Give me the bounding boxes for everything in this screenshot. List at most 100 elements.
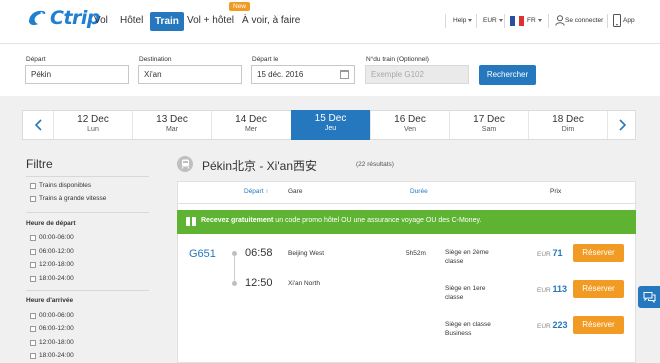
checkbox-label: 18:00-24:00 — [39, 275, 74, 282]
trip-duration: 5h52m — [406, 250, 426, 257]
divider — [445, 14, 446, 28]
checkbox[interactable] — [30, 352, 36, 359]
checkbox-label: 00:00-06:00 — [39, 312, 74, 319]
price-amount: 223 — [552, 320, 568, 330]
chat-support-button[interactable] — [638, 286, 660, 308]
nav-hotels[interactable]: Hôtel — [120, 15, 143, 26]
ctrip-logo[interactable]: Ctrip — [26, 7, 101, 29]
date-label: Départ le — [252, 56, 279, 63]
checkbox[interactable] — [30, 182, 36, 189]
currency-label: EUR — [483, 17, 497, 24]
search-button[interactable]: Rechercher — [479, 65, 536, 85]
previous-dates-button[interactable] — [23, 111, 53, 139]
date-option[interactable]: 17 Dec Sam — [449, 111, 528, 139]
departure-input[interactable]: Pékin — [25, 65, 129, 84]
filter-departure-slot[interactable]: 06:00-12:00 — [30, 248, 74, 255]
filter-arrival-slot[interactable]: 12:00-18:00 — [30, 339, 74, 346]
checkbox-label: Trains disponibles — [39, 182, 92, 189]
currency-selector[interactable]: EUR — [483, 17, 503, 24]
checkbox[interactable] — [30, 325, 36, 332]
checkbox[interactable] — [30, 339, 36, 346]
france-flag-icon — [510, 16, 525, 26]
price-amount: 113 — [552, 284, 568, 294]
arrival-time: 12:50 — [245, 277, 273, 289]
departure-label: Départ — [26, 56, 46, 63]
checkbox[interactable] — [30, 261, 36, 268]
checkbox[interactable] — [30, 195, 36, 202]
date-weekday: Mer — [244, 126, 258, 133]
checkbox-label: 12:00-18:00 — [39, 339, 74, 346]
filter-departure-slot[interactable]: 12:00-18:00 — [30, 261, 74, 268]
nav-train[interactable]: Train — [150, 12, 184, 31]
date-option[interactable]: 13 Dec Mar — [132, 111, 211, 139]
login-link[interactable]: Se connecter — [565, 17, 603, 24]
divider — [177, 203, 636, 204]
destination-label: Destination — [139, 56, 172, 63]
train-number-input[interactable]: Exemple G102 — [365, 65, 469, 84]
next-dates-button[interactable] — [607, 111, 637, 139]
filter-title: Filtre — [26, 157, 53, 171]
divider — [26, 176, 149, 177]
book-button[interactable]: Réserver — [573, 244, 624, 262]
fare-price: EUR 223 — [537, 320, 568, 330]
nav-flights[interactable]: Vol — [94, 15, 108, 26]
chevron-left-icon — [34, 119, 42, 131]
checkbox-label: 12:00-18:00 — [39, 261, 74, 268]
filter-arrival-slot[interactable]: 06:00-12:00 — [30, 325, 74, 332]
route-title: Pékin北京 - Xi'an西安 — [202, 159, 317, 173]
date-input[interactable]: 15 déc. 2016 — [251, 65, 355, 84]
date-option[interactable]: 12 Dec Lun — [53, 111, 132, 139]
date-option[interactable]: 16 Dec Ven — [370, 111, 449, 139]
filter-departure-slot[interactable]: 18:00-24:00 — [30, 275, 74, 282]
filter-high-speed-trains[interactable]: Trains à grande vitesse — [30, 195, 106, 202]
promo-text: un code promo hôtel OU une assurance voy… — [273, 217, 482, 224]
checkbox[interactable] — [30, 234, 36, 241]
date-day: 16 Dec — [394, 114, 426, 125]
divider — [26, 290, 149, 291]
date-weekday: Lun — [87, 126, 99, 133]
departure-time: 06:58 — [245, 247, 273, 259]
date-value: 15 déc. 2016 — [257, 70, 304, 79]
checkbox[interactable] — [30, 275, 36, 282]
checkbox[interactable] — [30, 248, 36, 255]
checkbox[interactable] — [30, 312, 36, 319]
date-weekday: Sam — [481, 126, 497, 133]
date-weekday: Jeu — [324, 125, 337, 132]
date-option-selected[interactable]: 15 Dec Jeu — [291, 110, 370, 140]
sort-by-duration[interactable]: Durée — [410, 188, 428, 195]
chevron-down-icon — [537, 18, 542, 22]
book-button[interactable]: Réserver — [573, 280, 624, 298]
checkbox-label: 00:00-06:00 — [39, 234, 74, 241]
date-day: 15 Dec — [314, 113, 347, 124]
filter-arrival-slot[interactable]: 00:00-06:00 — [30, 312, 74, 319]
chevron-right-icon — [619, 119, 626, 131]
language-selector[interactable]: FR — [527, 17, 542, 24]
date-weekday: Dim — [561, 126, 575, 133]
column-station: Gare — [288, 188, 303, 195]
seat-class: Siège en 1ere classe — [445, 285, 486, 301]
app-link[interactable]: App — [623, 17, 635, 24]
book-button[interactable]: Réserver — [573, 316, 624, 334]
seat-class: Siège en 2ème classe — [445, 249, 489, 265]
date-option[interactable]: 14 Dec Mer — [211, 111, 290, 139]
date-option[interactable]: 18 Dec Dim — [528, 111, 607, 139]
filter-arrival-slot[interactable]: 18:00-24:00 — [30, 352, 74, 359]
chevron-down-icon — [468, 18, 473, 22]
train-number-label: N°du train (Optionnel) — [366, 56, 429, 63]
nav-flight-hotel[interactable]: Vol + hôtel — [187, 15, 234, 26]
filter-departure-slot[interactable]: 00:00-06:00 — [30, 234, 74, 241]
column-price: Prix — [550, 188, 562, 195]
divider — [548, 14, 549, 28]
destination-input[interactable]: Xi'an — [138, 65, 242, 84]
nav-activities[interactable]: À voir, à faire — [242, 15, 300, 26]
train-number-link[interactable]: G651 — [189, 248, 216, 260]
date-day: 13 Dec — [156, 114, 188, 125]
filter-available-trains[interactable]: Trains disponibles — [30, 182, 91, 189]
date-day: 12 Dec — [77, 114, 109, 125]
sort-by-departure[interactable]: Départ ↑ — [244, 188, 269, 195]
departure-time-heading: Heure de départ — [26, 220, 76, 227]
help-menu[interactable]: Help — [453, 17, 473, 24]
date-selector: 12 Dec Lun 13 Dec Mar 14 Dec Mer 15 Dec … — [22, 110, 636, 140]
top-navigation: Ctrip Vol Hôtel Train New Vol + hôtel À … — [0, 0, 660, 44]
calendar-icon[interactable] — [340, 70, 349, 79]
